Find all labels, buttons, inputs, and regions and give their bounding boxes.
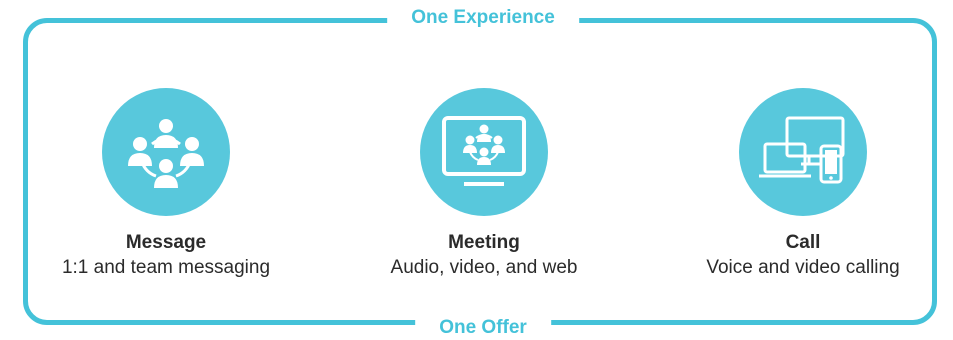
feature-meeting: Meeting Audio, video, and web — [354, 88, 614, 281]
feature-subtitle: 1:1 and team messaging — [61, 257, 271, 278]
feature-title: Message — [125, 232, 207, 253]
people-network-icon — [102, 88, 230, 216]
frame-bottom-label: One Offer — [415, 316, 551, 340]
feature-title: Call — [785, 232, 821, 253]
feature-call: Call Voice and video calling — [673, 88, 933, 281]
feature-subtitle: Audio, video, and web — [390, 257, 578, 278]
feature-subtitle: Voice and video calling — [706, 257, 900, 278]
frame-top-label: One Experience — [387, 6, 579, 30]
feature-title: Meeting — [448, 232, 520, 253]
devices-icon — [739, 88, 867, 216]
video-meeting-icon — [420, 88, 548, 216]
feature-message: Message 1:1 and team messaging — [36, 88, 296, 281]
